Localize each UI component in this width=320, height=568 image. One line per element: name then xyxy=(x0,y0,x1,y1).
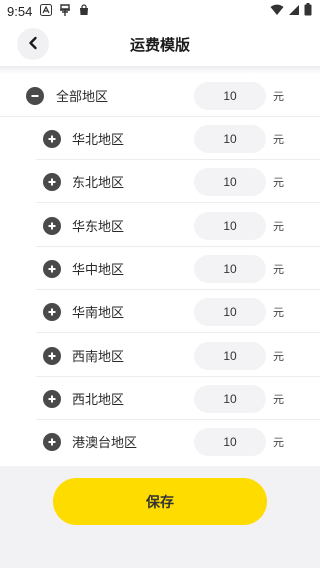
region-name: 港澳台地区 xyxy=(72,436,138,451)
region-name: 华南地区 xyxy=(72,306,125,321)
region-row-north-china: 华北地区 10 元 xyxy=(0,117,320,160)
region-row-northeast: 东北地区 10 元 xyxy=(0,160,320,203)
region-row-hk-macao-taiwan: 港澳台地区 10 元 xyxy=(0,420,320,463)
plus-circle-icon[interactable] xyxy=(43,172,61,191)
plus-circle-icon[interactable] xyxy=(43,346,61,365)
freight-input[interactable]: 10 xyxy=(194,254,266,283)
region-name: 华东地区 xyxy=(72,220,125,235)
unit-label: 元 xyxy=(273,305,284,319)
page-title: 运费模版 xyxy=(129,35,190,54)
region-list: 全部地区 10 元 华北地区 10 元 东北地区 10 元 华东地区 10 元 xyxy=(0,66,320,466)
freight-input[interactable]: 10 xyxy=(194,341,266,370)
plus-circle-icon[interactable] xyxy=(43,259,61,278)
status-bar: 9:54 xyxy=(0,0,320,22)
region-name: 西南地区 xyxy=(72,350,125,365)
unit-label: 元 xyxy=(273,392,284,406)
chevron-left-icon xyxy=(26,35,40,54)
unit-label: 元 xyxy=(273,219,284,233)
status-time: 9:54 xyxy=(7,3,33,19)
wifi-icon xyxy=(270,4,284,19)
divider xyxy=(36,332,320,333)
freight-input[interactable]: 10 xyxy=(194,167,266,196)
freight-input[interactable]: 10 xyxy=(194,211,266,240)
region-row-central-china: 华中地区 10 元 xyxy=(0,247,320,290)
header: 运费模版 xyxy=(0,22,320,66)
region-row-northwest: 西北地区 10 元 xyxy=(0,377,320,420)
minus-circle-icon[interactable] xyxy=(26,86,44,105)
unit-label: 元 xyxy=(273,132,284,146)
unit-label: 元 xyxy=(273,175,284,189)
plus-circle-icon[interactable] xyxy=(43,389,61,408)
unit-label: 元 xyxy=(273,262,284,276)
shopping-bag-icon xyxy=(78,3,90,19)
region-row-south-china: 华南地区 10 元 xyxy=(0,290,320,333)
back-button[interactable] xyxy=(17,28,49,60)
freight-input[interactable]: 10 xyxy=(194,124,266,153)
region-row-all: 全部地区 10 元 xyxy=(0,74,320,117)
save-button[interactable]: 保存 xyxy=(53,478,267,525)
region-name: 西北地区 xyxy=(72,393,125,408)
plus-circle-icon[interactable] xyxy=(43,216,61,235)
plus-circle-icon[interactable] xyxy=(43,432,61,451)
freight-input[interactable]: 10 xyxy=(194,427,266,456)
freight-input[interactable]: 10 xyxy=(194,384,266,413)
unit-label: 元 xyxy=(273,349,284,363)
plus-circle-icon[interactable] xyxy=(43,129,61,148)
divider xyxy=(36,202,320,203)
footer: 保存 xyxy=(0,466,320,568)
plus-circle-icon[interactable] xyxy=(43,302,61,321)
region-row-southwest: 西南地区 10 元 xyxy=(0,334,320,377)
region-name: 全部地区 xyxy=(56,90,109,105)
region-name: 华中地区 xyxy=(72,263,125,278)
signal-icon xyxy=(288,4,300,19)
region-name: 华北地区 xyxy=(72,133,125,148)
unit-label: 元 xyxy=(273,435,284,449)
system-notification-icon xyxy=(58,3,72,20)
region-name: 东北地区 xyxy=(72,176,125,191)
freight-input[interactable]: 10 xyxy=(194,81,266,110)
freight-input[interactable]: 10 xyxy=(194,297,266,326)
region-row-east-china: 华东地区 10 元 xyxy=(0,204,320,247)
font-a-icon xyxy=(40,3,53,19)
unit-label: 元 xyxy=(273,89,284,103)
battery-icon xyxy=(304,3,312,19)
